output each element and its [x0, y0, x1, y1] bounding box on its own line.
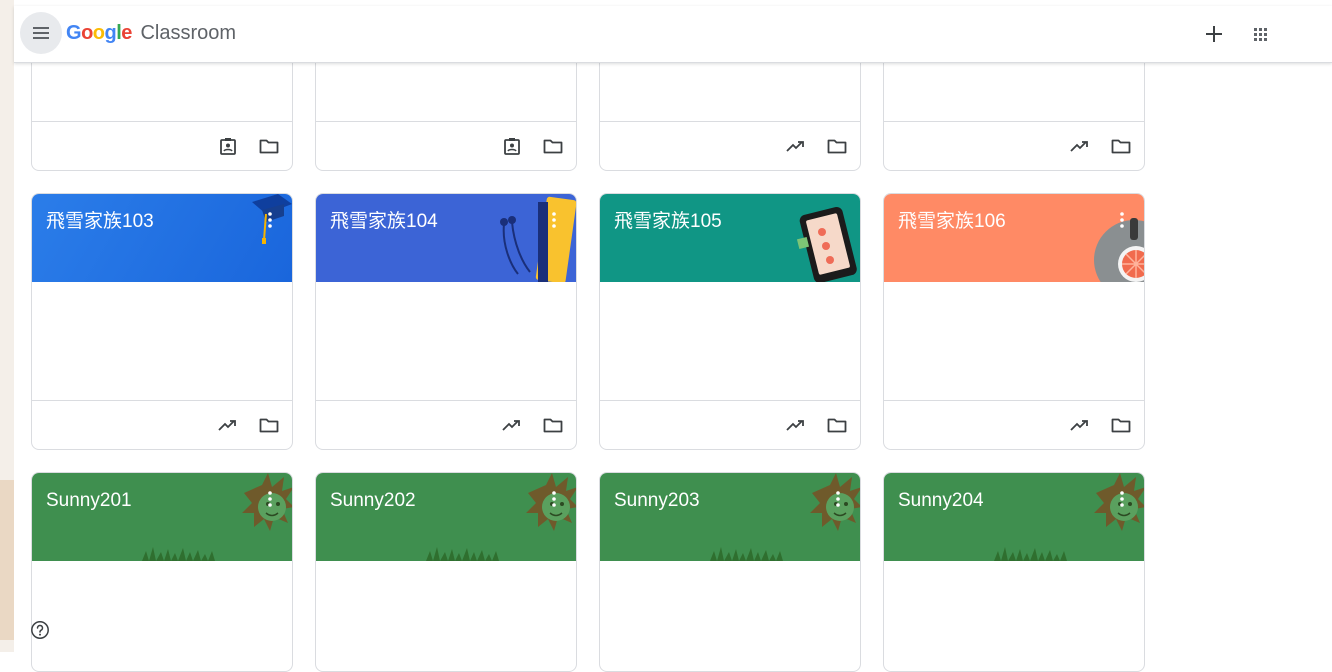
more-vertical-icon: [1120, 212, 1124, 228]
sunflower-grass-illustration: [710, 473, 860, 561]
class-name[interactable]: Sunny203: [614, 489, 700, 513]
class-options-button[interactable]: [542, 208, 566, 232]
more-vertical-icon: [836, 212, 840, 228]
card-footer: [884, 121, 1144, 170]
class-banner: Sunny202: [316, 473, 576, 561]
folder-icon: [259, 139, 279, 154]
class-card-grid: 飛雪家族103 飛雪家族104 飛雪家族105 飛雪家族106 Sunny201…: [0, 0, 1332, 672]
trending-icon: [786, 420, 804, 431]
folder-icon: [1111, 139, 1131, 154]
open-folder-button[interactable]: [1109, 413, 1133, 437]
trending-icon: [502, 420, 520, 431]
open-folder-button[interactable]: [257, 413, 281, 437]
class-banner: 飛雪家族103: [32, 194, 292, 282]
class-card[interactable]: 飛雪家族105: [599, 193, 861, 450]
class-banner: 飛雪家族105: [600, 194, 860, 282]
class-banner: Sunny204: [884, 473, 1144, 561]
more-vertical-icon: [836, 491, 840, 507]
class-card[interactable]: Sunny204: [883, 472, 1145, 672]
class-banner: Sunny203: [600, 473, 860, 561]
more-vertical-icon: [268, 491, 272, 507]
open-folder-button[interactable]: [541, 413, 565, 437]
class-name[interactable]: 飛雪家族103: [46, 210, 154, 234]
class-card[interactable]: 飛雪家族106: [883, 193, 1145, 450]
menu-icon: [33, 27, 49, 39]
open-folder-button[interactable]: [825, 134, 849, 158]
class-card[interactable]: Sunny201: [31, 472, 293, 672]
class-banner: 飛雪家族104: [316, 194, 576, 282]
google-wordmark: Google: [66, 22, 132, 44]
open-gradebook-button[interactable]: [1068, 134, 1092, 158]
google-apps-button[interactable]: [1246, 20, 1274, 48]
open-gradebook-button[interactable]: [500, 413, 524, 437]
sunflower-grass-illustration: [142, 473, 292, 561]
class-card[interactable]: 飛雪家族103: [31, 193, 293, 450]
card-footer: [600, 400, 860, 449]
folder-icon: [1111, 418, 1131, 433]
google-classroom-logo[interactable]: Google Classroom: [66, 20, 236, 46]
add-icon: [1206, 26, 1222, 42]
folder-icon: [259, 418, 279, 433]
trending-icon: [786, 141, 804, 152]
open-folder-button[interactable]: [541, 134, 565, 158]
folder-icon: [543, 418, 563, 433]
apps-grid-icon: [1254, 28, 1267, 41]
more-vertical-icon: [1120, 491, 1124, 507]
class-name[interactable]: Sunny204: [898, 489, 984, 513]
more-vertical-icon: [268, 212, 272, 228]
trending-icon: [218, 420, 236, 431]
open-your-work-button[interactable]: [216, 134, 240, 158]
class-card[interactable]: Sunny202: [315, 472, 577, 672]
open-gradebook-button[interactable]: [784, 134, 808, 158]
class-options-button[interactable]: [258, 487, 282, 511]
card-footer: [316, 121, 576, 170]
open-gradebook-button[interactable]: [1068, 413, 1092, 437]
main-menu-button[interactable]: [20, 12, 62, 54]
class-card[interactable]: Sunny203: [599, 472, 861, 672]
more-vertical-icon: [552, 212, 556, 228]
class-name[interactable]: 飛雪家族104: [330, 210, 438, 234]
class-options-button[interactable]: [1110, 487, 1134, 511]
class-banner: Sunny201: [32, 473, 292, 561]
trending-icon: [1070, 141, 1088, 152]
card-footer: [32, 400, 292, 449]
class-options-button[interactable]: [1110, 208, 1134, 232]
class-banner: 飛雪家族106: [884, 194, 1144, 282]
class-options-button[interactable]: [826, 487, 850, 511]
folder-icon: [827, 418, 847, 433]
open-folder-button[interactable]: [1109, 134, 1133, 158]
class-name[interactable]: Sunny201: [46, 489, 132, 513]
folder-icon: [543, 139, 563, 154]
create-or-join-class-button[interactable]: [1200, 20, 1228, 48]
class-name[interactable]: 飛雪家族106: [898, 210, 1006, 234]
card-footer: [32, 121, 292, 170]
class-name[interactable]: 飛雪家族105: [614, 210, 722, 234]
open-gradebook-button[interactable]: [216, 413, 240, 437]
sunflower-grass-illustration: [994, 473, 1144, 561]
help-icon: [31, 621, 49, 639]
open-folder-button[interactable]: [257, 134, 281, 158]
card-footer: [316, 400, 576, 449]
class-options-button[interactable]: [542, 487, 566, 511]
folder-icon: [827, 139, 847, 154]
open-your-work-button[interactable]: [500, 134, 524, 158]
assignment-ind-icon: [504, 138, 520, 155]
open-folder-button[interactable]: [825, 413, 849, 437]
sunflower-grass-illustration: [426, 473, 576, 561]
product-name: Classroom: [140, 22, 237, 44]
card-footer: [884, 400, 1144, 449]
class-name[interactable]: Sunny202: [330, 489, 416, 513]
more-vertical-icon: [552, 491, 556, 507]
help-button[interactable]: [30, 620, 50, 640]
assignment-ind-icon: [220, 138, 236, 155]
class-card[interactable]: 飛雪家族104: [315, 193, 577, 450]
class-options-button[interactable]: [258, 208, 282, 232]
open-gradebook-button[interactable]: [784, 413, 808, 437]
top-app-bar: Google Classroom: [14, 6, 1332, 63]
card-footer: [600, 121, 860, 170]
trending-icon: [1070, 420, 1088, 431]
